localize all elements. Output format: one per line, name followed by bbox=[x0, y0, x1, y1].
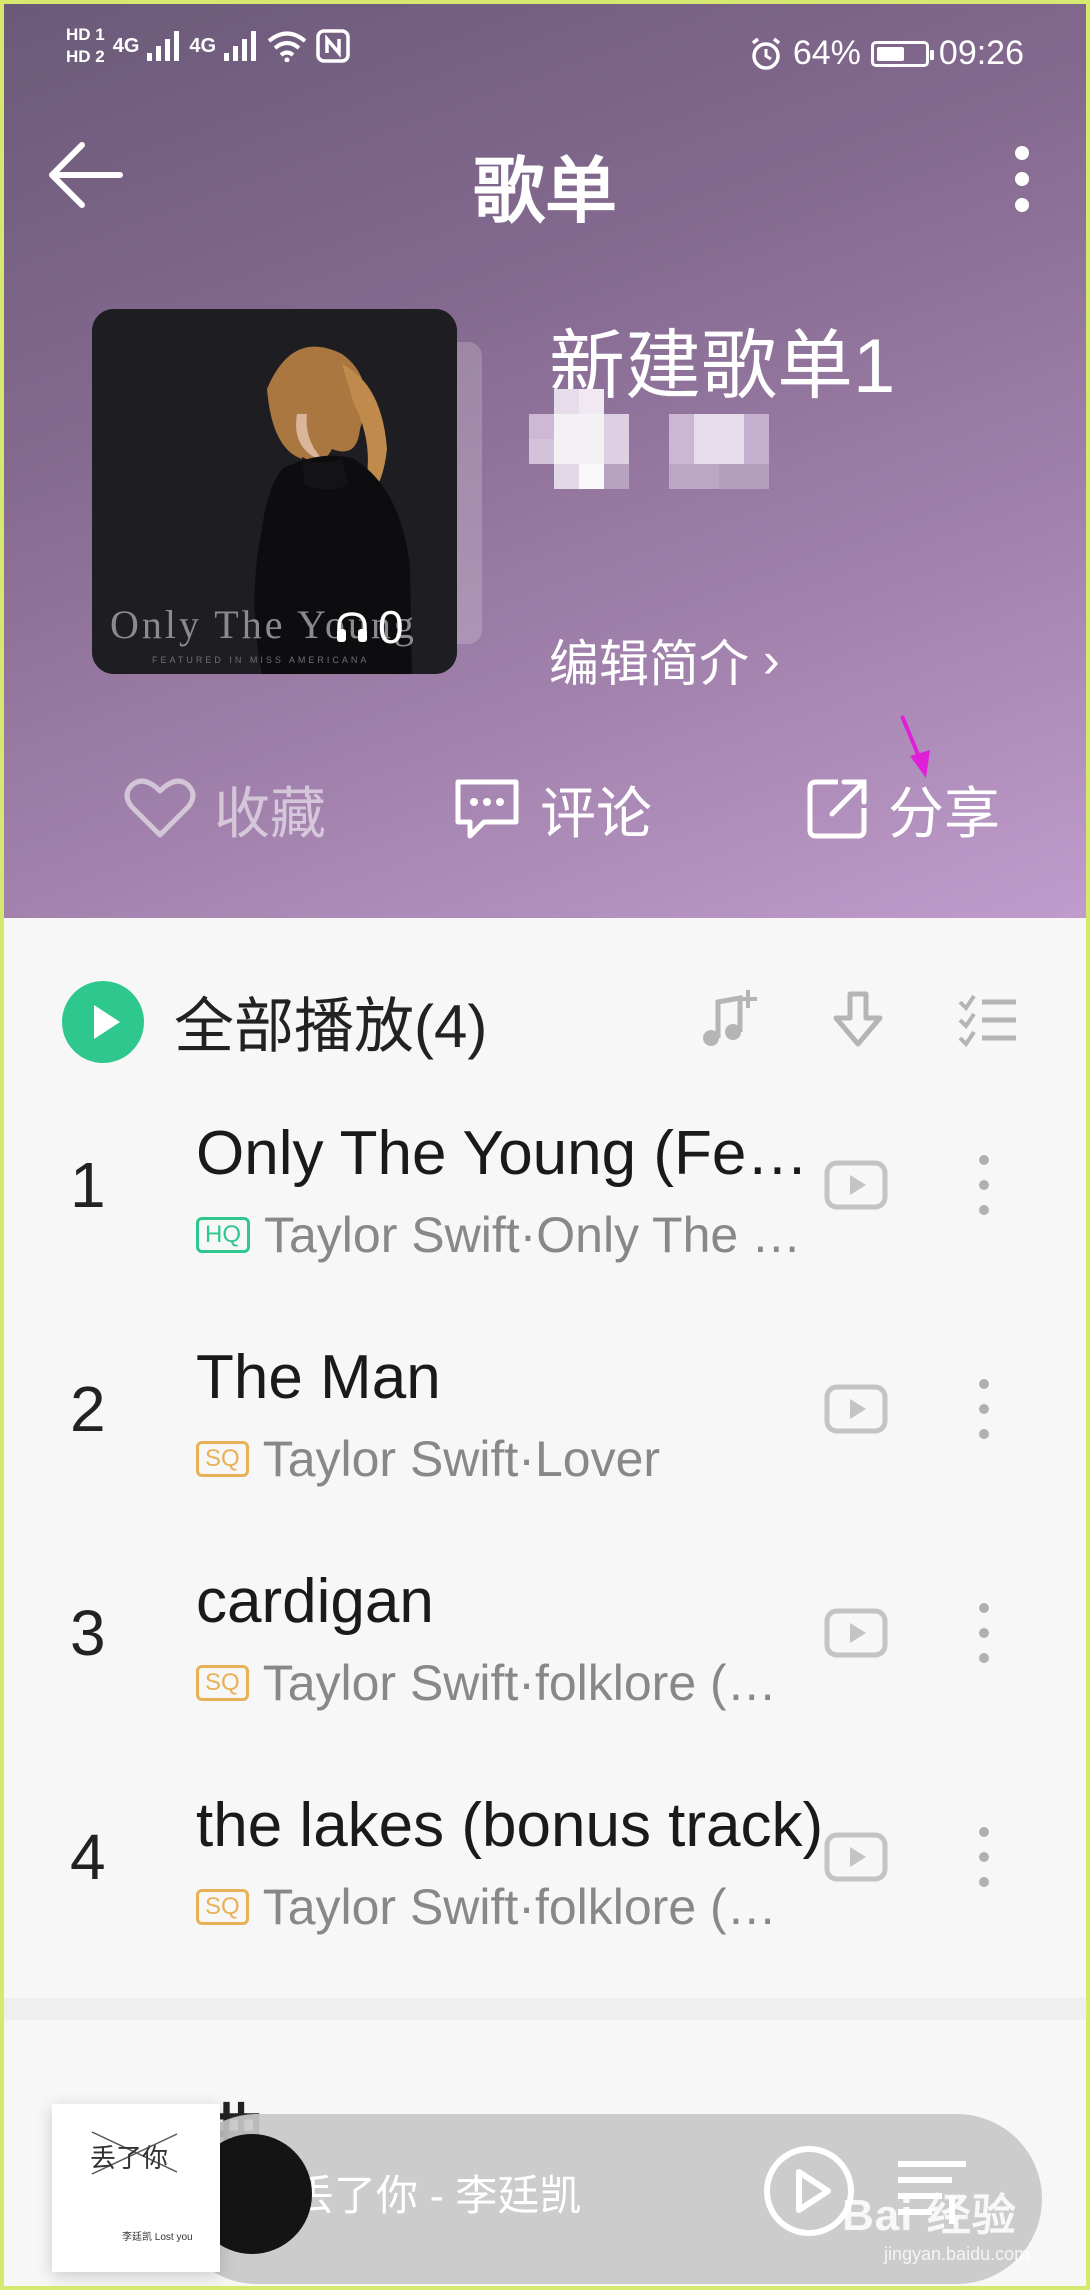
alarm-icon bbox=[751, 37, 780, 70]
edit-intro-link[interactable]: 编辑简介 › bbox=[549, 624, 780, 696]
song-index: 1 bbox=[70, 1149, 106, 1221]
quality-badge: SQ bbox=[196, 1889, 249, 1925]
song-more-icon[interactable] bbox=[974, 1598, 994, 1668]
song-row[interactable]: 3 cardigan SQ Taylor Swift·folklore (deluxe… bbox=[4, 1526, 1086, 1750]
heart-icon bbox=[124, 778, 196, 838]
song-index: 4 bbox=[70, 1821, 106, 1893]
hd1-label: HD 1 bbox=[66, 25, 105, 44]
comment-label: 评论 bbox=[540, 781, 652, 845]
playlist-header: HD 1 HD 2 4G 4G 64% 09:26 歌单 Only The Yo… bbox=[4, 4, 1086, 918]
song-artist-album: Taylor Swift·Only The Young (Featured in… bbox=[264, 1207, 804, 1263]
video-play-icon[interactable] bbox=[824, 1832, 888, 1882]
wifi-icon bbox=[267, 31, 307, 62]
network-2-label: 4G bbox=[189, 34, 217, 57]
song-title[interactable]: cardigan bbox=[196, 1566, 836, 1637]
song-row[interactable]: 2 The Man SQ Taylor Swift·Lover bbox=[4, 1302, 1086, 1526]
blurred-avatar bbox=[529, 389, 769, 489]
signal-icon bbox=[147, 31, 180, 61]
video-play-icon[interactable] bbox=[824, 1160, 888, 1210]
app-screen: HD 1 HD 2 4G 4G 64% 09:26 歌单 Only The Yo… bbox=[0, 0, 1090, 2290]
now-playing-thumbnail[interactable]: 丢了你 李廷凯 Lost you bbox=[52, 2104, 220, 2272]
song-row[interactable]: 4 the lakes (bonus track) SQ Taylor Swift·f… bbox=[4, 1750, 1086, 1974]
song-more-icon[interactable] bbox=[974, 1150, 994, 1220]
download-icon[interactable] bbox=[826, 988, 890, 1052]
song-title[interactable]: Only The Young (Featured in Miss America… bbox=[196, 1118, 836, 1189]
song-meta: HQ Taylor Swift·Only The Young (Featured … bbox=[196, 1206, 804, 1264]
status-left: HD 1 HD 2 4G 4G bbox=[66, 24, 350, 68]
song-meta: SQ Taylor Swift·Lover bbox=[196, 1430, 803, 1488]
comment-icon bbox=[455, 779, 519, 839]
song-title[interactable]: The Man bbox=[196, 1342, 836, 1413]
song-meta: SQ Taylor Swift·folklore (deluxe version) bbox=[196, 1878, 803, 1936]
signal-icon bbox=[224, 31, 257, 61]
section-divider bbox=[4, 1998, 1086, 2020]
battery-percent: 64% bbox=[792, 34, 861, 72]
play-all-button[interactable]: 全部播放(4) bbox=[62, 978, 487, 1065]
now-playing-text: 丢了你 - 李廷凯 bbox=[292, 2172, 582, 2219]
page-title: 歌单 bbox=[472, 152, 617, 232]
song-row[interactable]: 1 Only The Young (Featured in Miss Americ… bbox=[4, 1078, 1086, 1302]
quality-badge: HQ bbox=[196, 1217, 250, 1253]
baidu-watermark-url: jingyan.baidu.com bbox=[884, 2244, 1030, 2264]
comment-button[interactable]: 评论 bbox=[452, 764, 652, 854]
quality-badge: SQ bbox=[196, 1665, 249, 1701]
baidu-watermark: Bai 经验 bbox=[842, 2191, 1017, 2240]
hd-indicators: HD 1 HD 2 bbox=[66, 24, 105, 68]
song-index: 2 bbox=[70, 1373, 106, 1445]
song-list-panel: 全部播放(4) 1 Only The Young (Featured in Mis… bbox=[4, 918, 1086, 2018]
chevron-right-icon: › bbox=[763, 632, 780, 688]
song-more-icon[interactable] bbox=[974, 1822, 994, 1892]
song-artist-album: Taylor Swift·folklore (deluxe version) bbox=[262, 1655, 803, 1711]
song-meta: SQ Taylor Swift·folklore (deluxe version) bbox=[196, 1654, 803, 1712]
thumbnail-caption: 李廷凯 Lost you bbox=[122, 2232, 193, 2243]
song-artist-album: Taylor Swift·folklore (deluxe version) bbox=[262, 1879, 803, 1935]
multi-select-icon[interactable] bbox=[956, 988, 1020, 1052]
hd2-label: HD 2 bbox=[66, 47, 105, 66]
song-artist-album: Taylor Swift·Lover bbox=[262, 1431, 661, 1487]
song-title[interactable]: the lakes (bonus track) bbox=[196, 1790, 836, 1861]
action-row: 收藏 评论 分享 bbox=[4, 715, 1086, 854]
play-all-label: 全部播放(4) bbox=[174, 993, 488, 1060]
status-bar: HD 1 HD 2 4G 4G 64% 09:26 bbox=[4, 4, 1086, 104]
status-right: 64% 09:26 bbox=[749, 34, 1024, 73]
network-1-label: 4G bbox=[112, 34, 140, 57]
headphones-icon bbox=[337, 612, 367, 642]
play-all-icon bbox=[62, 980, 144, 1063]
quality-badge: SQ bbox=[196, 1441, 249, 1477]
add-music-icon[interactable] bbox=[696, 988, 760, 1052]
battery-icon bbox=[870, 40, 934, 67]
more-vertical-icon[interactable] bbox=[1010, 144, 1034, 214]
battery-fill bbox=[876, 46, 905, 61]
favorite-button[interactable]: 收藏 bbox=[124, 764, 326, 854]
annotation-arrow bbox=[900, 715, 930, 778]
thumbnail-title: 丢了你 bbox=[90, 2144, 169, 2173]
cover-subtitle: FEATURED IN MISS AMERICANA bbox=[152, 655, 370, 665]
clock: 09:26 bbox=[938, 34, 1024, 72]
video-play-icon[interactable] bbox=[824, 1384, 888, 1434]
edit-intro-label: 编辑简介 bbox=[549, 636, 749, 692]
song-more-icon[interactable] bbox=[974, 1374, 994, 1444]
video-play-icon[interactable] bbox=[824, 1608, 888, 1658]
play-count-value: 0 bbox=[378, 601, 404, 653]
favorite-label: 收藏 bbox=[214, 781, 326, 845]
nfc-icon bbox=[316, 29, 350, 63]
thumbnail-scribble bbox=[91, 2131, 178, 2175]
song-index: 3 bbox=[70, 1597, 106, 1669]
share-icon bbox=[807, 779, 867, 839]
play-count: 0 bbox=[334, 600, 404, 654]
